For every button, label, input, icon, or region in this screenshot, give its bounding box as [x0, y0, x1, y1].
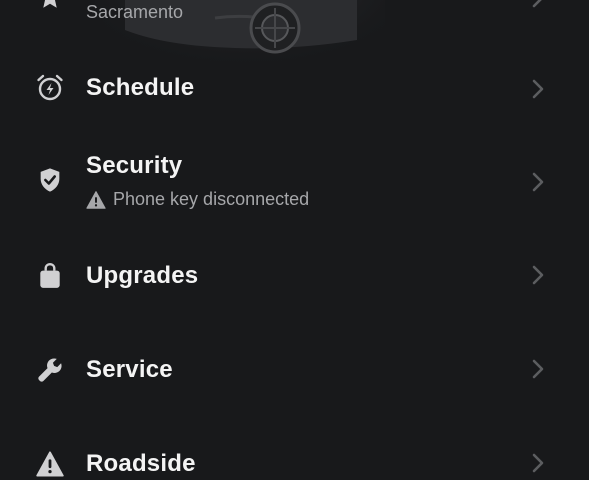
menu-item-label: Service [86, 356, 173, 383]
warning-triangle-icon [86, 190, 106, 209]
chevron-right-icon [532, 0, 542, 8]
location-row[interactable]: Sacramento [0, 0, 589, 40]
location-text: Sacramento [86, 2, 184, 22]
shield-check-icon [34, 164, 66, 196]
menu-item-label: Schedule [86, 74, 195, 101]
menu-item-upgrades[interactable]: Upgrades [0, 252, 589, 302]
alarm-clock-bolt-icon [34, 72, 66, 104]
menu-item-roadside[interactable]: Roadside [0, 440, 589, 480]
menu-item-schedule[interactable]: Schedule [0, 64, 589, 114]
chevron-right-icon [532, 359, 544, 379]
menu-item-service[interactable]: Service [0, 346, 589, 396]
chevron-right-icon [532, 79, 544, 99]
location-subtitle: Sacramento [86, 2, 183, 23]
star-icon [34, 0, 66, 14]
wrench-icon [34, 354, 66, 386]
menu-item-security[interactable]: Security Phone key disconnected [0, 142, 589, 222]
security-status-text: Phone key disconnected [113, 189, 310, 209]
menu-item-label: Upgrades [86, 262, 199, 289]
shopping-bag-icon [34, 260, 66, 292]
warning-triangle-icon [34, 448, 66, 480]
chevron-right-icon [532, 453, 544, 473]
chevron-right-icon [532, 172, 544, 192]
security-status: Phone key disconnected [86, 189, 309, 210]
menu-item-label: Roadside [86, 450, 196, 477]
chevron-right-icon [532, 265, 544, 285]
app-screen: Sacramento Schedule Security Phone key d… [0, 0, 589, 480]
menu-item-label: Security [86, 152, 183, 179]
